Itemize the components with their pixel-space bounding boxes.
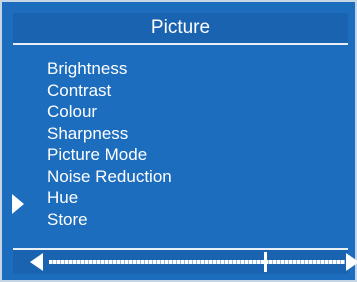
menu-item-picture-mode[interactable]: Picture Mode bbox=[47, 144, 172, 166]
picture-menu-list: Brightness Contrast Colour Sharpness Pic… bbox=[47, 58, 172, 230]
slider-track[interactable] bbox=[49, 260, 345, 264]
arrow-right-icon[interactable] bbox=[346, 253, 357, 271]
menu-item-noise-reduction[interactable]: Noise Reduction bbox=[47, 166, 172, 188]
arrow-left-icon[interactable] bbox=[30, 253, 43, 271]
value-slider[interactable] bbox=[13, 248, 357, 274]
menu-item-store[interactable]: Store bbox=[47, 209, 172, 231]
slider-thumb[interactable] bbox=[264, 252, 268, 272]
menu-item-hue[interactable]: Hue bbox=[47, 187, 172, 209]
menu-item-contrast[interactable]: Contrast bbox=[47, 80, 172, 102]
selection-cursor-icon bbox=[12, 194, 24, 214]
menu-item-sharpness[interactable]: Sharpness bbox=[47, 123, 172, 145]
title-bar: Picture bbox=[13, 13, 348, 45]
osd-menu-panel: Picture Brightness Contrast Colour Sharp… bbox=[0, 0, 357, 282]
menu-item-colour[interactable]: Colour bbox=[47, 101, 172, 123]
menu-title: Picture bbox=[150, 17, 211, 38]
menu-item-brightness[interactable]: Brightness bbox=[47, 58, 172, 80]
